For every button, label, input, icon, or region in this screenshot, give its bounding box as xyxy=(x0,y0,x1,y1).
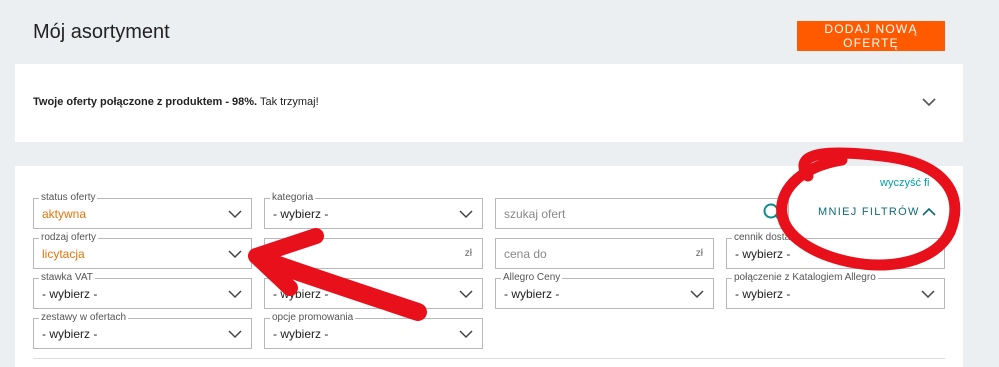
delivery-pricelist-value: - wybierz - xyxy=(735,247,791,261)
vat-rate-value: - wybierz - xyxy=(42,287,98,301)
currency-unit: zł xyxy=(464,248,472,259)
offer-type-label: rodzaj oferty xyxy=(39,232,99,243)
category-value: - wybierz - xyxy=(273,207,329,221)
banner-message: Twoje oferty połączone z produktem - 98%… xyxy=(33,96,319,108)
category-select[interactable]: kategoria - wybierz - xyxy=(264,192,483,229)
partially-obscured-select[interactable]: k hurt - wybierz - xyxy=(264,272,483,309)
delivery-pricelist-label: cennik dostaw xyxy=(732,232,800,243)
bundles-label: zestawy w ofertach xyxy=(39,312,129,323)
catalog-link-select[interactable]: połączenie z Katalogiem Allegro - wybier… xyxy=(726,272,945,309)
delivery-pricelist-select[interactable]: cennik dostaw - wybierz - xyxy=(726,232,945,269)
promo-options-value: - wybierz - xyxy=(273,327,329,341)
offer-status-select[interactable]: status oferty aktywna xyxy=(33,192,252,229)
price-to-input[interactable]: cena do zł xyxy=(495,238,714,269)
chevron-down-icon[interactable] xyxy=(921,94,937,110)
chevron-down-icon xyxy=(228,210,242,219)
allegro-prices-select[interactable]: Allegro Ceny - wybierz - xyxy=(495,272,714,309)
partially-obscured-label: k hurt xyxy=(289,272,319,283)
chevron-down-icon xyxy=(459,290,473,299)
offer-type-value: licytacja xyxy=(42,247,85,261)
bundles-select[interactable]: zestawy w ofertach - wybierz - xyxy=(33,312,252,349)
price-to-placeholder: cena do xyxy=(504,247,547,261)
chevron-down-icon xyxy=(228,330,242,339)
offer-status-value: aktywna xyxy=(42,207,87,221)
search-offers-placeholder: szukaj ofert xyxy=(504,207,566,221)
product-link-banner: Twoje oferty połączone z produktem - 98%… xyxy=(15,64,963,142)
chevron-down-icon xyxy=(459,330,473,339)
catalog-link-label: połączenie z Katalogiem Allegro xyxy=(732,272,878,283)
bundles-value: - wybierz - xyxy=(42,327,98,341)
chevron-down-icon xyxy=(690,290,704,299)
section-divider xyxy=(33,358,945,359)
chevron-down-icon xyxy=(459,210,473,219)
vat-rate-select[interactable]: stawka VAT - wybierz - xyxy=(33,272,252,309)
allegro-prices-label: Allegro Ceny xyxy=(501,272,563,283)
partially-obscured-value: - wybierz - xyxy=(273,287,329,301)
clear-filters-link[interactable]: wyczyść fi xyxy=(880,177,930,189)
search-offers-input[interactable]: szukaj ofert xyxy=(495,198,789,229)
allegro-prices-value: - wybierz - xyxy=(504,287,560,301)
chevron-down-icon xyxy=(921,290,935,299)
page-title: Mój asortyment xyxy=(33,21,170,43)
search-icon[interactable] xyxy=(762,202,784,224)
vat-rate-label: stawka VAT xyxy=(39,272,95,283)
chevron-down-icon xyxy=(228,250,242,259)
chevron-up-icon[interactable] xyxy=(921,205,937,219)
promo-options-label: opcje promowania xyxy=(270,312,356,323)
offer-type-select[interactable]: rodzaj oferty licytacja xyxy=(33,232,252,269)
offer-status-label: status oferty xyxy=(39,192,98,203)
catalog-link-value: - wybierz - xyxy=(735,287,791,301)
promo-options-select[interactable]: opcje promowania - wybierz - xyxy=(264,312,483,349)
currency-unit: zł xyxy=(695,248,703,259)
add-new-offer-button[interactable]: DODAJ NOWĄ OFERTĘ xyxy=(797,21,945,51)
chevron-down-icon xyxy=(228,290,242,299)
category-label: kategoria xyxy=(270,192,316,203)
price-from-input[interactable]: zł xyxy=(264,238,483,269)
less-filters-toggle[interactable]: MNIEJ FILTRÓW xyxy=(818,206,920,218)
